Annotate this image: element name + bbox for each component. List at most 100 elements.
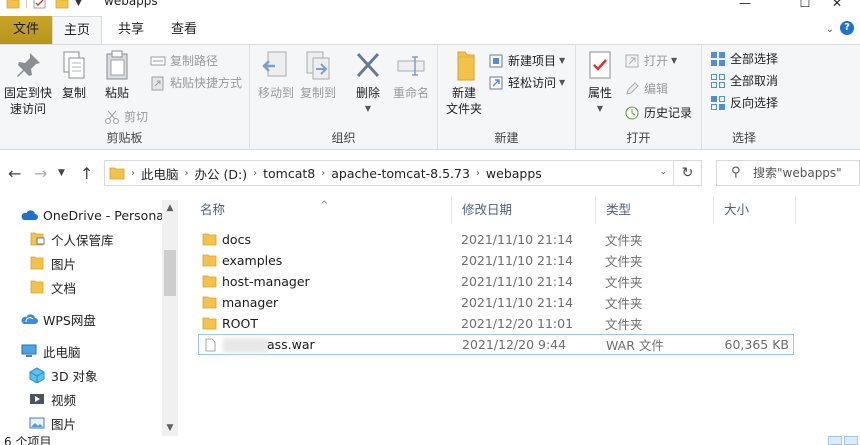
nav-item-pictures-onedrive[interactable]: 图片 [28,252,76,274]
history-button[interactable]: 历史记录 [624,103,692,123]
delete-button[interactable]: 删除 ▼ [350,49,386,117]
cube-icon [29,367,45,383]
new-folder-icon[interactable] [55,0,69,9]
breadcrumb-separator-icon[interactable]: › [476,168,480,179]
folder-icon[interactable] [6,0,20,9]
copy-to-button[interactable]: 复制到 [298,49,338,101]
edit-button[interactable]: 编辑 [624,79,668,99]
tab-file[interactable]: 文件 [0,16,52,44]
file-row[interactable]: manager 2021/11/10 21:14 文件夹 [198,292,794,313]
back-arrow-icon[interactable]: ← [8,164,21,183]
cut-label: 剪切 [124,110,149,124]
file-row[interactable]: ROOT 2021/12/20 11:01 文件夹 [198,313,794,334]
new-item-button[interactable]: 新建项目 ▼ [488,51,565,71]
nav-item-wps-cloud[interactable]: WPS网盘 [20,308,96,330]
address-dropdown-icon[interactable]: ⌄ [659,167,667,177]
copy-button[interactable]: 复制 [56,49,92,101]
open-label: 打开 [644,54,669,68]
close-button[interactable]: ✕ [814,0,860,10]
forward-arrow-icon[interactable]: → [34,164,47,183]
copy-to-label: 复制到 [299,86,336,100]
file-row[interactable]: host-manager 2021/11/10 21:14 文件夹 [198,271,794,292]
column-header-size[interactable]: 大小 [714,196,796,224]
nav-item-videos[interactable]: 视频 [28,388,76,410]
search-box[interactable]: ⚲ [716,160,860,186]
file-row[interactable]: examples 2021/11/10 21:14 文件夹 [198,250,794,271]
invert-selection-button[interactable]: 反向选择 [710,93,778,113]
minimize-button[interactable]: — [722,0,768,10]
nav-item-onedrive[interactable]: OneDrive - Personal [20,204,167,226]
select-all-button[interactable]: 全部选择 [710,49,778,69]
file-row[interactable]: docs 2021/11/10 21:14 文件夹 [198,229,794,250]
rename-button[interactable]: 重命名 [390,49,432,101]
nav-item-label: 文档 [51,280,77,296]
breadcrumb-separator-icon[interactable]: › [131,168,135,179]
help-icon[interactable]: ? [840,21,854,35]
computer-icon [21,344,37,357]
breadcrumb-apache-tomcat[interactable]: apache-tomcat-8.5.73 [331,166,470,181]
properties-button[interactable]: 属性 ▼ [582,49,618,117]
breadcrumb-separator-icon[interactable]: › [185,168,189,179]
scroll-down-icon[interactable]: ▼ [162,420,178,436]
navigation-bar: ← → ▼ ↑ › 此电脑 › 办公 (D:) › tomcat8 › apac… [0,150,860,196]
nav-item-3d-objects[interactable]: 3D 对象 [28,364,98,386]
nav-item-label: 个人保管库 [51,232,114,248]
nav-item-documents[interactable]: 文档 [28,276,76,298]
up-arrow-icon[interactable]: ↑ [80,164,93,183]
details-view-icon[interactable] [828,436,842,445]
open-button[interactable]: 打开 ▼ [624,51,677,71]
tab-view[interactable]: 查看 [160,16,208,44]
ribbon-tabs: 文件 主页 共享 查看 ⌄ ? [0,14,860,44]
properties-dropdown-icon[interactable]: ▼ [582,101,618,117]
paste-button[interactable]: 粘贴 [98,49,136,101]
tab-share[interactable]: 共享 [104,16,158,44]
easy-access-button[interactable]: 轻松访问 ▼ [488,73,565,93]
breadcrumb-separator-icon[interactable]: › [253,168,257,179]
column-header-name[interactable]: 名称 ^ [190,196,452,224]
cut-button[interactable]: 剪切 [104,107,148,127]
cloud-icon [21,210,38,220]
nav-item-this-pc[interactable]: 此电脑 [20,340,81,362]
breadcrumb-drive-d[interactable]: 办公 (D:) [195,164,248,183]
select-none-icon [711,74,725,88]
pin-icon [17,53,40,77]
refresh-icon[interactable]: ↻ [673,161,701,185]
copy-path-button[interactable]: 复制路径 [150,51,218,71]
customize-toolbar-icon[interactable]: ▼ [75,0,82,8]
file-row-selected[interactable]: ass.war 2021/12/20 9:44 WAR 文件 60,365 KB [198,334,794,355]
large-icons-view-icon[interactable] [844,436,858,445]
history-label: 历史记录 [644,106,693,120]
breadcrumb-separator-icon[interactable]: › [321,168,325,179]
breadcrumb-tomcat8[interactable]: tomcat8 [263,166,315,181]
nav-item-pictures[interactable]: 图片 [28,412,76,434]
new-folder-button[interactable]: 新建 文件夹 [442,49,486,117]
tab-home[interactable]: 主页 [52,16,102,44]
navigation-pane-scrollbar[interactable]: ▲ ▼ [162,200,178,436]
search-input[interactable] [753,164,860,182]
pin-to-quick-access-button[interactable]: 固定到快 速访问 [2,49,54,117]
delete-dropdown-icon[interactable]: ▼ [350,101,386,117]
recent-locations-icon[interactable]: ▼ [58,168,65,178]
nav-item-label: 此电脑 [43,344,81,360]
nav-item-personal-vault[interactable]: 个人保管库 [28,228,114,250]
move-to-button[interactable]: 移动到 [256,49,296,101]
vault-icon [30,232,45,246]
column-header-date[interactable]: 修改日期 [452,196,596,224]
folder-icon [202,254,217,267]
properties-icon[interactable] [33,0,47,9]
new-folder-label-line2: 文件夹 [445,102,482,116]
select-none-button[interactable]: 全部取消 [710,71,778,91]
new-group-label: 新建 [494,131,519,145]
address-bar[interactable]: › 此电脑 › 办公 (D:) › tomcat8 › apache-tomca… [104,160,702,186]
scroll-up-icon[interactable]: ▲ [162,200,178,216]
quick-access-toolbar: ▼ [6,0,82,10]
paste-shortcut-button[interactable]: 粘贴快捷方式 [150,73,242,93]
window-title: webapps [104,0,158,8]
scrollbar-thumb[interactable] [164,250,176,296]
column-header-type[interactable]: 类型 [596,196,714,224]
collapse-ribbon-icon[interactable]: ⌄ [826,24,834,35]
breadcrumb-this-pc[interactable]: 此电脑 [141,164,179,183]
breadcrumb-webapps[interactable]: webapps [486,166,542,181]
folder-icon [202,233,217,246]
nav-item-label: OneDrive - Personal [43,207,168,223]
